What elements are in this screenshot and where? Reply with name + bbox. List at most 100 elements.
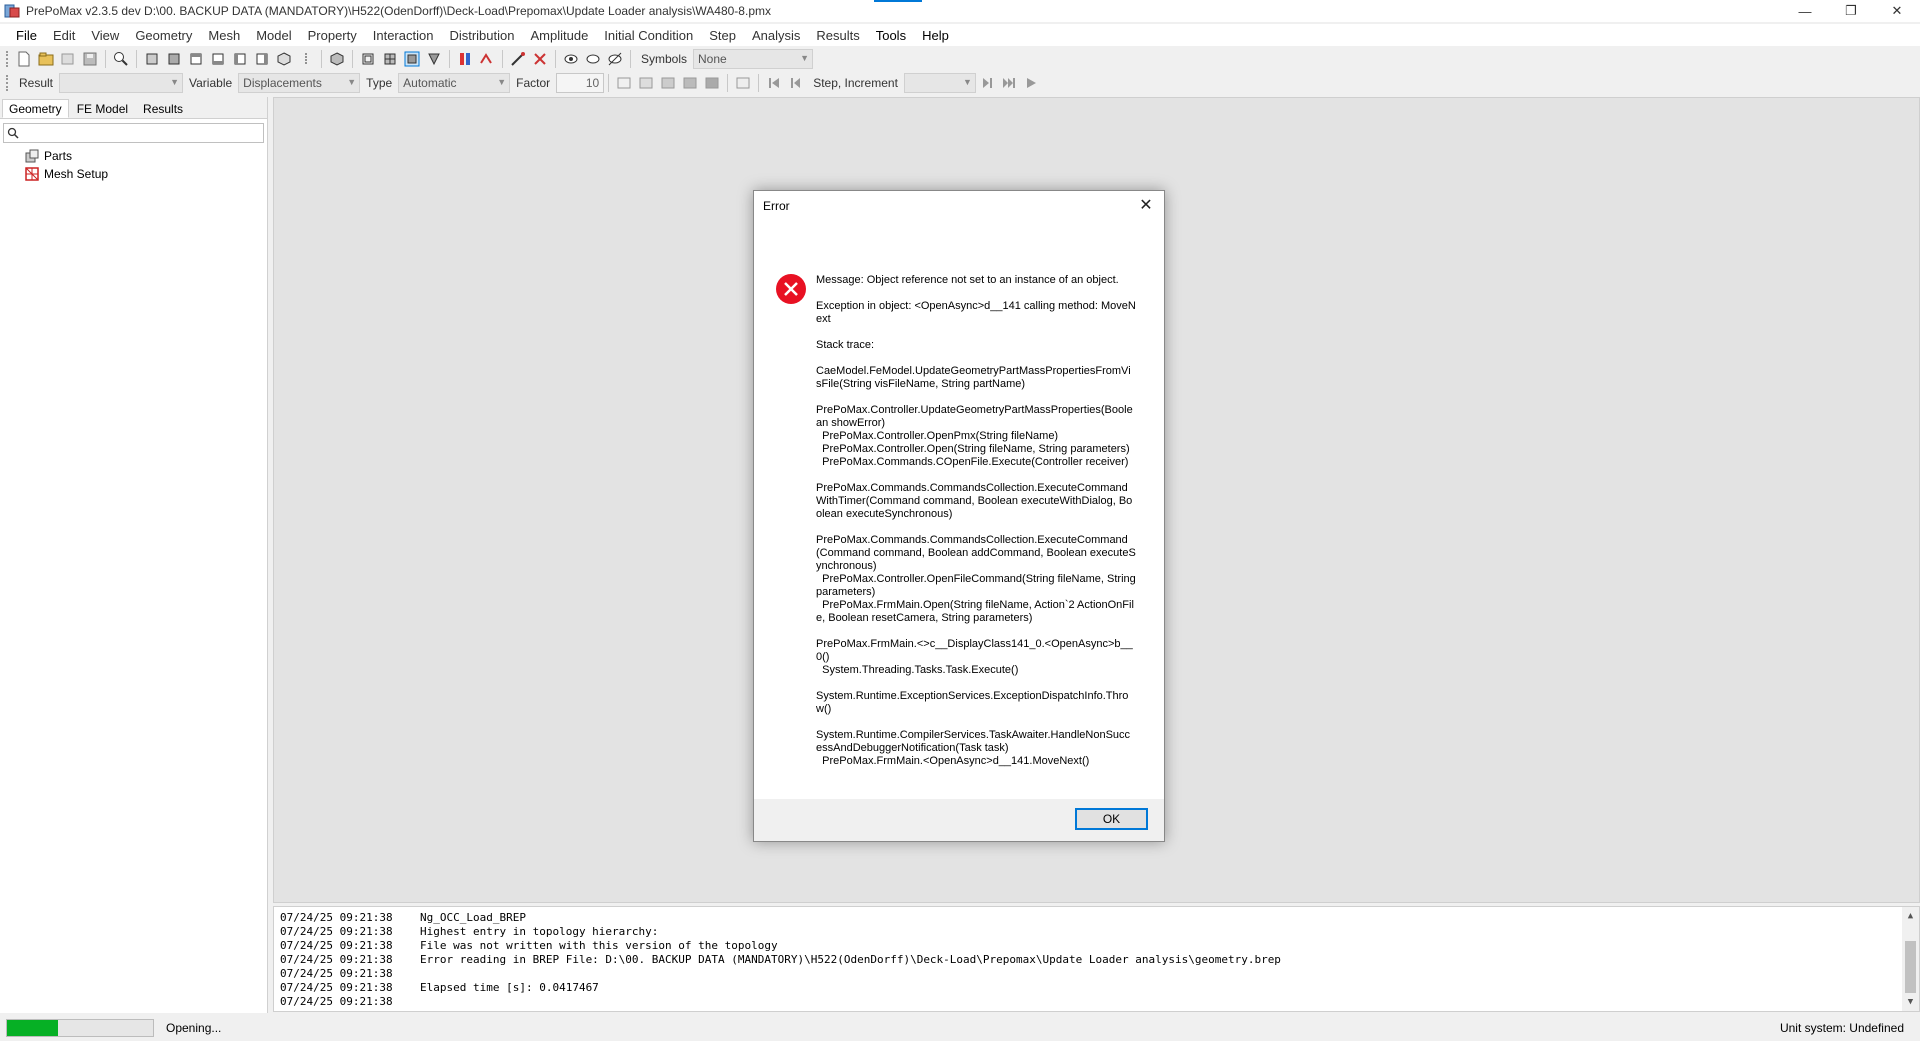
undeformed-icon[interactable]	[615, 74, 633, 92]
separator	[630, 50, 631, 68]
view-left-icon[interactable]	[231, 50, 249, 68]
scroll-thumb[interactable]	[1905, 941, 1916, 993]
save-icon[interactable]	[81, 50, 99, 68]
new-file-icon[interactable]	[15, 50, 33, 68]
view-right-icon[interactable]	[253, 50, 271, 68]
menu-file[interactable]: File	[8, 28, 45, 43]
menu-distribution[interactable]: Distribution	[441, 28, 522, 43]
first-step-icon[interactable]	[765, 74, 783, 92]
query-icon[interactable]	[478, 50, 496, 68]
dialog-body: Message: Object reference not set to an …	[754, 221, 1164, 787]
next-step-icon[interactable]	[978, 74, 996, 92]
tree-search-input[interactable]	[3, 123, 264, 143]
scroll-down-icon[interactable]: ▼	[1902, 995, 1919, 1009]
tab-fe-model[interactable]: FE Model	[70, 99, 135, 118]
scroll-up-icon[interactable]: ▲	[1902, 909, 1919, 923]
show-all-icon[interactable]	[606, 50, 624, 68]
separator	[758, 74, 760, 92]
symbols-dropdown[interactable]: None ▼	[693, 49, 814, 69]
axis-icon[interactable]	[297, 50, 315, 68]
zoom-icon[interactable]	[112, 50, 130, 68]
factor-input[interactable]: 10	[556, 73, 605, 93]
view-back-icon[interactable]	[165, 50, 183, 68]
results-toolbar: Result ▼ Variable Displacements ▼ Type A…	[0, 71, 1920, 95]
log-scrollbar[interactable]: ▲ ▼	[1902, 907, 1919, 1011]
error-paragraph: PrePoMax.Commands.CommandsCollection.Exe…	[816, 482, 1133, 520]
previous-step-icon[interactable]	[787, 74, 805, 92]
variable-label: Variable	[189, 76, 233, 90]
dialog-footer: OK	[754, 799, 1164, 841]
result-dropdown[interactable]: ▼	[59, 73, 184, 93]
separator	[352, 50, 353, 68]
log-line: 07/24/25 09:21:38 Error reading in BREP F…	[280, 953, 1281, 966]
tree-item-mesh-setup[interactable]: Mesh Setup	[14, 165, 267, 183]
play-icon[interactable]	[1022, 74, 1040, 92]
scale-icon[interactable]	[703, 74, 721, 92]
error-paragraph: Exception in object: <OpenAsync>d__141 c…	[816, 300, 1136, 325]
separator	[555, 50, 556, 68]
toolbar-grip[interactable]	[6, 75, 9, 91]
menu-model[interactable]: Model	[248, 28, 299, 43]
view-iso-icon[interactable]	[275, 50, 293, 68]
close-window-button[interactable]: ✕	[1874, 0, 1920, 22]
shaded-icon[interactable]	[403, 50, 421, 68]
view-front-icon[interactable]	[143, 50, 161, 68]
last-step-icon[interactable]	[1000, 74, 1018, 92]
chevron-down-icon: ▼	[347, 77, 357, 87]
clear-selection-icon[interactable]	[531, 50, 549, 68]
tree-item-parts[interactable]: Parts	[14, 147, 267, 165]
menu-interaction[interactable]: Interaction	[365, 28, 442, 43]
shaded-edges-icon[interactable]	[381, 50, 399, 68]
type-dropdown[interactable]: Automatic ▼	[398, 73, 511, 93]
main-toolbar: Symbols None ▼	[0, 47, 1920, 71]
tab-results[interactable]: Results	[136, 99, 190, 118]
normal-view-icon[interactable]	[328, 50, 346, 68]
menu-step[interactable]: Step	[701, 28, 744, 43]
error-paragraph: PrePoMax.Commands.CommandsCollection.Exe…	[816, 534, 1136, 624]
tab-geometry[interactable]: Geometry	[2, 99, 69, 118]
menu-geometry[interactable]: Geometry	[127, 28, 200, 43]
hide-icon[interactable]	[584, 50, 602, 68]
variable-dropdown[interactable]: Displacements ▼	[238, 73, 361, 93]
separator	[608, 74, 610, 92]
color-scale-icon[interactable]	[456, 50, 474, 68]
title-accent	[874, 0, 922, 2]
dialog-close-button[interactable]: ✕	[1136, 196, 1156, 216]
menu-property[interactable]: Property	[300, 28, 365, 43]
type-label: Type	[366, 76, 393, 90]
type-value: Automatic	[403, 76, 457, 90]
menu-mesh[interactable]: Mesh	[200, 28, 248, 43]
progress-fill	[7, 1019, 59, 1036]
error-paragraph: System.Runtime.CompilerServices.TaskAwai…	[816, 729, 1131, 767]
show-icon[interactable]	[562, 50, 580, 68]
ok-button[interactable]: OK	[1075, 808, 1148, 830]
search-icon	[7, 127, 19, 139]
error-paragraph: System.Runtime.ExceptionServices.Excepti…	[816, 690, 1129, 715]
toolbar-grip[interactable]	[6, 51, 9, 67]
view-bottom-icon[interactable]	[209, 50, 227, 68]
open-file-icon[interactable]	[37, 50, 55, 68]
deformed-icon[interactable]	[637, 74, 655, 92]
step-increment-dropdown[interactable]: ▼	[903, 73, 976, 93]
view-top-icon[interactable]	[187, 50, 205, 68]
import-icon[interactable]	[59, 50, 77, 68]
separator	[727, 74, 729, 92]
menu-amplitude[interactable]: Amplitude	[522, 28, 596, 43]
menu-initial-condition[interactable]: Initial Condition	[596, 28, 701, 43]
minimize-button[interactable]: —	[1782, 0, 1828, 22]
section-icon[interactable]	[425, 50, 443, 68]
menu-help[interactable]: Help	[914, 28, 957, 43]
wireframe-icon[interactable]	[359, 50, 377, 68]
menu-tools[interactable]: Tools	[868, 28, 914, 43]
restore-button[interactable]: ❐	[1828, 0, 1874, 22]
tree-tabs: Geometry FE Model Results	[0, 97, 267, 119]
menu-edit[interactable]: Edit	[45, 28, 83, 43]
menu-view[interactable]: View	[83, 28, 127, 43]
animate-icon[interactable]	[734, 74, 752, 92]
menu-results[interactable]: Results	[808, 28, 867, 43]
contours-icon[interactable]	[681, 74, 699, 92]
menu-analysis[interactable]: Analysis	[744, 28, 808, 43]
measure-icon[interactable]	[509, 50, 527, 68]
menu-bar: File Edit View Geometry Mesh Model Prope…	[0, 24, 1920, 46]
color-contours-icon[interactable]	[659, 74, 677, 92]
